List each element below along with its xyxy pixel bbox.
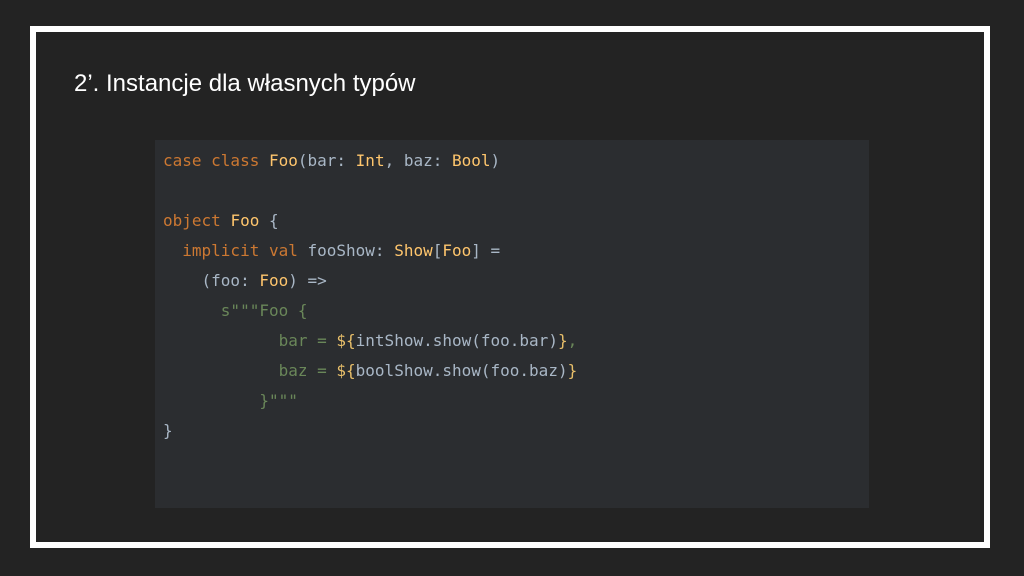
code-token: Foo (259, 271, 289, 290)
code-token: } (557, 331, 568, 350)
code-token: ] = (471, 241, 501, 260)
code-token: object (163, 211, 231, 230)
code-token: Bool (452, 151, 491, 170)
code-token: ${ (336, 331, 356, 350)
code-token: implicit val (182, 241, 308, 260)
code-token: intShow.show(foo.bar) (355, 331, 558, 350)
code-token: , (567, 331, 578, 350)
code-token: s"""Foo { (163, 301, 308, 320)
code-line: (foo: Foo) => (163, 266, 577, 296)
code-line: implicit val fooShow: Show[Foo] = (163, 236, 577, 266)
code-token: case class (163, 151, 269, 170)
code-token: , baz: (384, 151, 453, 170)
code-token: { (259, 211, 279, 230)
code-line: baz = ${boolShow.show(foo.baz)} (163, 356, 578, 386)
code-token: Foo (268, 151, 298, 170)
code-token: Foo (442, 241, 472, 260)
code-token: ${ (336, 361, 356, 380)
code-token: (foo: (163, 271, 260, 290)
code-token: [ (432, 241, 443, 260)
code-token: bar = (163, 331, 337, 350)
code-line: }""" (163, 386, 577, 416)
code-token: ) => (288, 271, 327, 290)
code-token: } (163, 421, 173, 440)
code-line: object Foo { (163, 206, 577, 236)
code-token: Int (355, 151, 385, 170)
code-token: fooShow: (307, 241, 395, 260)
code-token: (bar: (297, 151, 356, 170)
code-line: } (163, 416, 577, 446)
code-token: boolShow.show(foo.baz) (355, 361, 568, 380)
slide-title: 2’. Instancje dla własnych typów (74, 70, 416, 97)
code-token: Foo (230, 211, 260, 230)
code-block: case class Foo(bar: Int, baz: Bool) obje… (155, 140, 869, 508)
code-token: ) (490, 151, 501, 170)
code-text: case class Foo(bar: Int, baz: Bool) obje… (163, 146, 577, 446)
code-line: case class Foo(bar: Int, baz: Bool) (163, 146, 577, 176)
code-token: } (567, 361, 578, 380)
code-token: Show (394, 241, 433, 260)
code-line: s"""Foo { (163, 296, 577, 326)
slide-frame: 2’. Instancje dla własnych typów case cl… (30, 26, 990, 548)
code-token: }""" (163, 391, 298, 410)
code-token: baz = (163, 361, 337, 380)
code-line: bar = ${intShow.show(foo.bar)}, (163, 326, 578, 356)
